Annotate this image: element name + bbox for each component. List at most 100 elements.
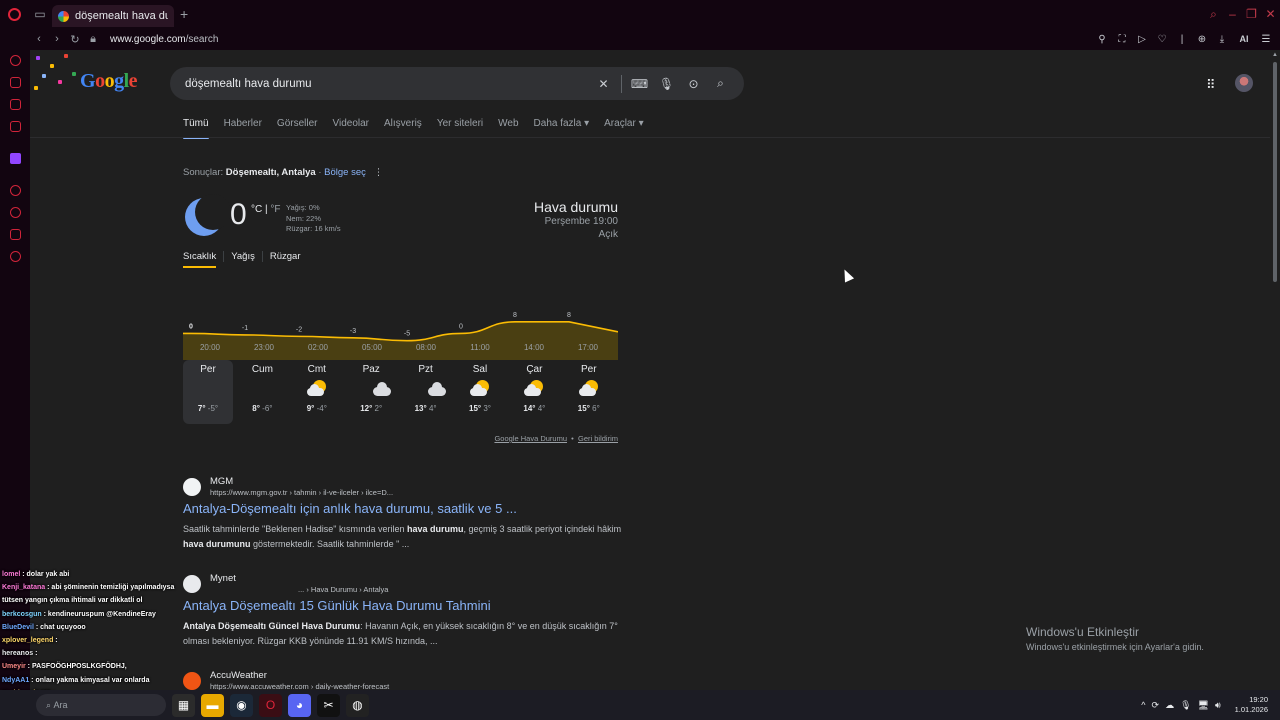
opera-menu-icon[interactable] (0, 0, 28, 28)
sidebar-shopping-icon[interactable] (10, 77, 21, 88)
heart-icon[interactable]: ♡ (1154, 34, 1170, 45)
browser-tab-active[interactable]: döşemealtı hava durumu - (52, 5, 174, 27)
sync-icon[interactable]: ⟳ (1152, 700, 1160, 711)
tab-temperature[interactable]: Sıcaklık (183, 251, 223, 268)
tab-shopping[interactable]: Alışveriş (384, 118, 422, 129)
forecast-day[interactable]: Paz 12° 2° (346, 360, 396, 424)
scrollbar-thumb[interactable] (1273, 62, 1277, 282)
search-icon[interactable]: ⌕ (707, 76, 734, 91)
aria-ai-button[interactable]: AI (1234, 34, 1254, 45)
snapshot-icon[interactable]: ⛶ (1114, 34, 1130, 45)
wallet-icon[interactable]: ⊕ (1194, 34, 1210, 45)
reload-button[interactable]: ↻ (66, 33, 84, 46)
forecast-day[interactable]: Pzt 13° 4° (401, 360, 451, 424)
keyboard-icon[interactable]: ⌨ (626, 77, 653, 91)
close-window-button[interactable]: ✕ (1261, 7, 1280, 22)
opera-taskbar-icon[interactable]: O (259, 693, 282, 717)
tab-tools[interactable]: Araçlar ▾ (604, 118, 643, 129)
mgm-site-icon (183, 478, 201, 496)
search-tabs-icon[interactable]: ⌕ (1204, 7, 1223, 22)
sidebar-player-icon[interactable] (10, 185, 21, 196)
tab-news[interactable]: Haberler (224, 118, 262, 129)
sidebar-music-icon[interactable] (10, 121, 21, 132)
volume-icon[interactable]: 🔊︎ (1215, 700, 1221, 711)
forecast-day[interactable]: Cmt 9° -4° (292, 360, 342, 424)
tab-island-icon[interactable]: ▭ (28, 0, 52, 28)
forecast-day[interactable]: Cum 8° -6° (237, 360, 287, 424)
sidebar-settings-icon[interactable] (10, 251, 21, 262)
result-title-link[interactable]: Antalya Döşemealtı 15 Günlük Hava Durumu… (183, 598, 491, 613)
forward-button[interactable]: › (48, 33, 66, 45)
easy-setup-icon[interactable]: ☰ (1258, 34, 1274, 45)
chat-username: BlueDevil (2, 623, 34, 631)
google-doodle-logo[interactable]: Google (30, 50, 145, 100)
result-title-link[interactable]: Antalya-Döşemealtı için anlık hava durum… (183, 501, 517, 516)
chat-message: Umeyir : PASFOÖGHPOSLKGFÖDHJ, (2, 663, 127, 671)
file-explorer-icon[interactable]: ▬ (201, 693, 224, 717)
tab-precipitation[interactable]: Yağış (223, 251, 262, 262)
sidebar-messenger-icon[interactable] (10, 99, 21, 110)
tab-all[interactable]: Tümü (183, 118, 209, 139)
tab-web[interactable]: Web (498, 118, 518, 129)
forecast-day[interactable]: Çar 14° 4° (509, 360, 559, 424)
tab-images[interactable]: Görseller (277, 118, 318, 129)
new-tab-button[interactable]: + (180, 6, 188, 22)
feedback-link[interactable]: Geri bildirim (578, 434, 618, 443)
result-url[interactable]: https://www.accuweather.com › daily-weat… (210, 682, 389, 690)
weather-source-link[interactable]: Google Hava Durumu (494, 434, 567, 443)
result-url[interactable]: ... › Hava Durumu › Antalya (298, 585, 388, 594)
search-result: AccuWeather https://www.accuweather.com … (183, 670, 623, 690)
chat-username: NdyAA1 (2, 676, 30, 684)
player-icon[interactable]: ▷ (1134, 34, 1150, 45)
temperature-chart[interactable]: 0 -1 -2 -3 -5 0 8 8 (183, 300, 618, 360)
account-avatar[interactable] (1235, 74, 1253, 92)
tab-places[interactable]: Yer siteleri (437, 118, 483, 129)
download-icon[interactable]: ⤓ (1214, 34, 1230, 45)
google-favicon-icon (58, 10, 69, 22)
change-region-link[interactable]: Bölge seç (324, 167, 366, 178)
tab-videos[interactable]: Videolar (333, 118, 370, 129)
discord-icon[interactable]: ◕ (288, 693, 311, 717)
chevron-up-icon[interactable]: ^ (1141, 700, 1145, 710)
sidebar-extensions-icon[interactable] (10, 229, 21, 240)
sidebar-aria-icon[interactable] (10, 55, 21, 66)
fahrenheit-toggle[interactable]: °F (270, 204, 280, 215)
tab-wind[interactable]: Rüzgar (261, 251, 308, 262)
taskbar-clock[interactable]: 19:20 1.01.2026 (1235, 695, 1268, 715)
url-field[interactable]: www.google.com/search (110, 34, 218, 45)
forecast-day[interactable]: Sal 15° 3° (455, 360, 505, 424)
minimize-button[interactable]: – (1223, 7, 1242, 22)
search-input[interactable]: döşemealtı hava durumu (185, 78, 312, 90)
forecast-day[interactable]: Per 7° -5° (183, 360, 233, 424)
mic-icon[interactable]: 🎙︎ (1180, 700, 1191, 711)
more-options-icon[interactable]: ⋮ (374, 167, 384, 178)
page-scrollbar[interactable]: ▲ (1270, 50, 1280, 690)
lens-icon[interactable]: ⊙ (680, 77, 707, 91)
capcut-icon[interactable]: ✂ (317, 693, 340, 717)
back-button[interactable]: ‹ (30, 33, 48, 45)
clear-icon[interactable]: ✕ (590, 77, 617, 91)
task-view-icon[interactable]: ▦ (172, 693, 195, 717)
forecast-day[interactable]: Per 15° 6° (564, 360, 614, 424)
result-url[interactable]: https://www.mgm.gov.tr › tahmin › il-ve-… (210, 488, 393, 497)
tab-more[interactable]: Daha fazla ▾ (534, 118, 590, 129)
google-apps-icon[interactable]: ⠿ (1206, 77, 1215, 93)
search-box[interactable]: döşemealtı hava durumu ✕ ⌨ 🎙︎ ⊙ ⌕ (170, 67, 744, 100)
confetti-decoration (50, 64, 54, 68)
scroll-up-arrow[interactable]: ▲ (1272, 52, 1278, 58)
maximize-button[interactable]: ❐ (1242, 7, 1261, 22)
bookmark-icon[interactable]: ⚲ (1094, 34, 1110, 45)
confetti-decoration (72, 72, 76, 76)
taskbar-search[interactable]: ⌕ Ara (36, 694, 166, 716)
search-icon: ⌕ (46, 699, 54, 710)
window-controls: ⌕ – ❐ ✕ (1204, 7, 1280, 22)
sidebar-history-icon[interactable] (10, 207, 21, 218)
steam-icon[interactable]: ◉ (230, 693, 253, 717)
lock-icon: 🔒︎ (90, 32, 96, 45)
network-icon[interactable]: 🖥︎ (1198, 700, 1209, 711)
celsius-toggle[interactable]: °C (251, 204, 262, 215)
cloud-icon[interactable]: ☁ (1165, 700, 1174, 711)
sidebar-twitch-icon[interactable] (10, 153, 21, 164)
microphone-icon[interactable]: 🎙︎ (653, 77, 680, 91)
obs-icon[interactable]: ◍ (346, 693, 369, 717)
